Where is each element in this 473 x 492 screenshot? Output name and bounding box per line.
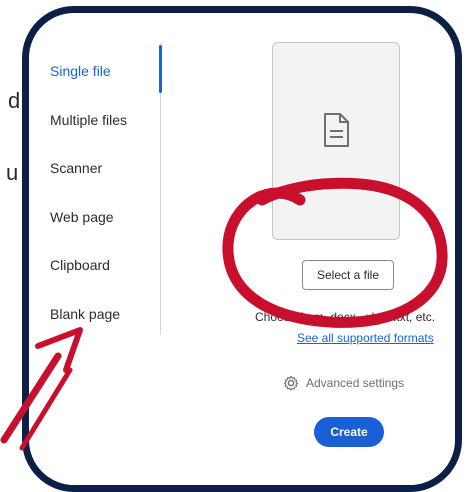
file-drop-zone[interactable] [272,42,400,240]
supported-formats-link[interactable]: See all supported formats [297,331,434,345]
document-icon [324,113,349,147]
background-text-fragment: u [6,160,19,185]
sidebar-item-clipboard[interactable]: Clipboard [50,257,110,273]
sidebar-item-web-page[interactable]: Web page [50,209,114,225]
create-pdf-panel: Single file Multiple files Scanner Web p… [22,6,462,492]
supported-types-text: Choose from .docx, .xlsx, .txt, etc. [255,310,436,324]
sidebar-item-single-file[interactable]: Single file [50,63,111,79]
sidebar-item-blank-page[interactable]: Blank page [50,306,120,322]
sidebar-item-multiple-files[interactable]: Multiple files [50,112,127,128]
select-file-button[interactable]: Select a file [302,260,394,290]
create-button[interactable]: Create [314,417,384,447]
active-indicator [159,45,162,93]
advanced-settings-label: Advanced settings [306,376,405,390]
sidebar-item-scanner[interactable]: Scanner [50,160,102,176]
background-text-fragment: d [8,88,21,113]
source-sidebar: Single file Multiple files Scanner Web p… [29,13,162,343]
gear-icon [283,375,299,391]
advanced-settings-link[interactable]: Advanced settings [283,375,404,391]
